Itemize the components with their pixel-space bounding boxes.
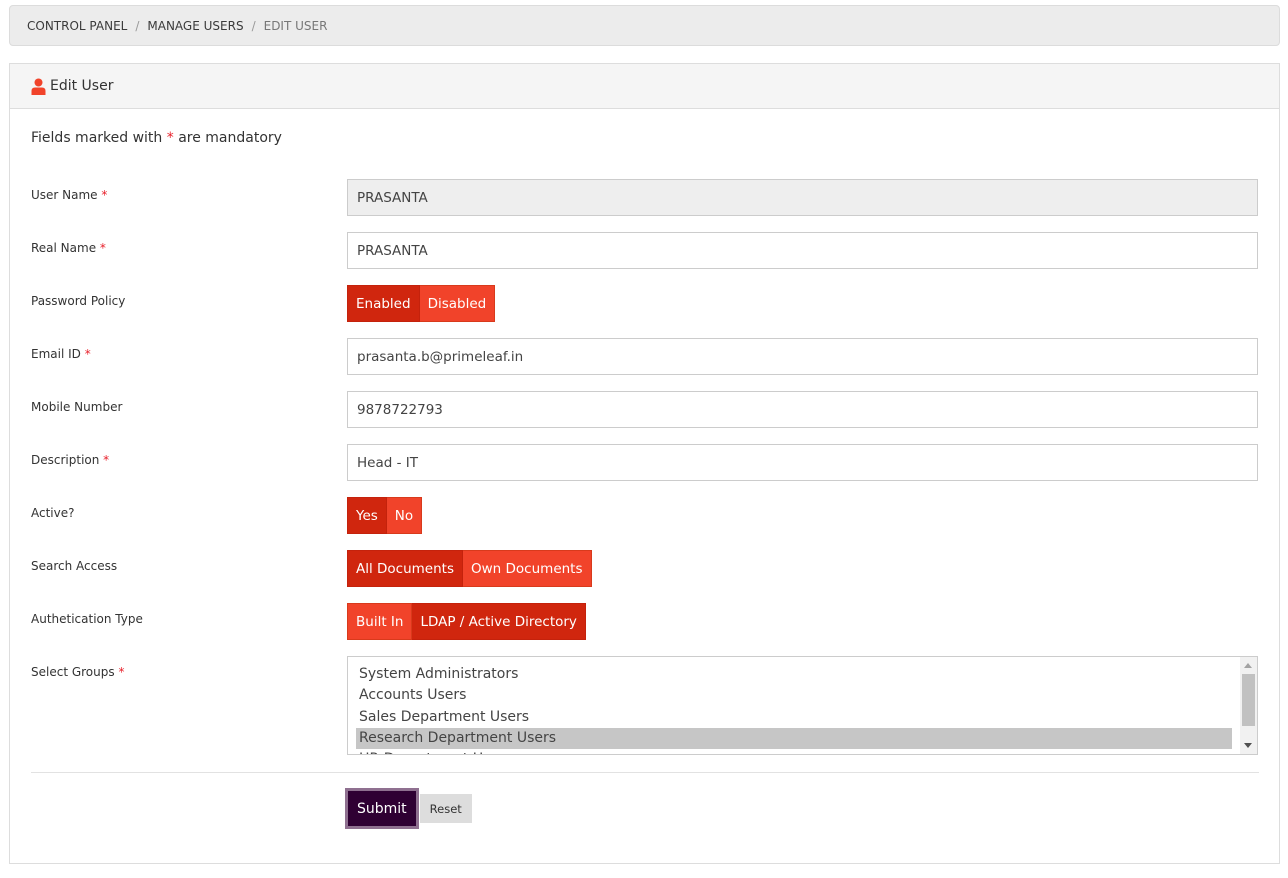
search-access-toggle: All Documents Own Documents: [347, 550, 592, 587]
mandatory-note-suffix: are mandatory: [178, 130, 282, 146]
breadcrumb-control-panel[interactable]: Control Panel: [27, 19, 127, 33]
groups-options: System Administrators Accounts Users Sal…: [356, 664, 1232, 754]
description-label: Description *: [31, 453, 109, 467]
real-name-input[interactable]: [347, 232, 1258, 269]
auth-type-builtin-button[interactable]: Built In: [347, 603, 413, 640]
description-input[interactable]: [347, 444, 1258, 481]
edit-user-panel: Edit User Fields marked with * are manda…: [9, 63, 1280, 864]
submit-button[interactable]: Submit: [345, 788, 419, 829]
active-toggle: Yes No: [347, 497, 423, 534]
form-divider: [31, 772, 1259, 773]
auth-type-toggle: Built In LDAP / Active Directory: [347, 603, 586, 640]
password-policy-toggle: Enabled Disabled: [347, 285, 496, 322]
field-password-policy: Password Policy Enabled Disabled: [31, 285, 1259, 322]
required-marker: *: [99, 241, 106, 255]
active-label: Active?: [31, 506, 75, 520]
group-option-selected[interactable]: Research Department Users: [356, 727, 1232, 750]
field-description: Description *: [31, 444, 1259, 481]
real-name-label: Real Name *: [31, 241, 106, 255]
auth-type-ldap-button[interactable]: LDAP / Active Directory: [412, 603, 586, 640]
user-name-input[interactable]: [347, 179, 1258, 216]
field-email: Email ID *: [31, 338, 1259, 375]
scroll-up-arrow-icon[interactable]: [1244, 663, 1252, 668]
required-marker: *: [101, 188, 108, 202]
label-text: Description: [31, 453, 100, 467]
groups-listbox[interactable]: System Administrators Accounts Users Sal…: [347, 656, 1258, 755]
label-text: User Name: [31, 188, 98, 202]
required-marker: *: [84, 347, 91, 361]
label-text: Real Name: [31, 241, 97, 255]
password-policy-enabled-button[interactable]: Enabled: [347, 285, 420, 322]
auth-type-label: Authetication Type: [31, 612, 143, 626]
field-auth-type: Authetication Type Built In LDAP / Activ…: [31, 603, 1259, 640]
field-groups: Select Groups * System Administrators Ac…: [31, 656, 1259, 755]
field-real-name: Real Name *: [31, 232, 1259, 269]
form-actions: Submit Reset: [345, 788, 472, 829]
field-active: Active? Yes No: [31, 497, 1259, 534]
active-no-button[interactable]: No: [386, 497, 423, 534]
mandatory-note-prefix: Fields marked with: [31, 130, 163, 146]
required-marker: *: [118, 665, 125, 679]
search-access-own-button[interactable]: Own Documents: [463, 550, 592, 587]
user-icon: [31, 78, 46, 95]
field-user-name: User Name *: [31, 179, 1259, 216]
group-option[interactable]: HR Department Users: [356, 749, 1232, 754]
password-policy-label: Password Policy: [31, 294, 126, 308]
group-option[interactable]: Accounts Users: [356, 685, 1232, 706]
email-input[interactable]: [347, 338, 1258, 375]
email-label: Email ID *: [31, 347, 91, 361]
required-marker: *: [166, 130, 174, 146]
group-option[interactable]: System Administrators: [356, 664, 1232, 685]
breadcrumb-manage-users[interactable]: Manage Users: [147, 19, 243, 33]
search-access-label: Search Access: [31, 559, 118, 573]
breadcrumb-separator: /: [251, 18, 256, 33]
label-text: Email ID: [31, 347, 81, 361]
scroll-down-arrow-icon[interactable]: [1244, 743, 1252, 748]
groups-label: Select Groups *: [31, 665, 124, 679]
breadcrumb: Control Panel / Manage Users / Edit User: [9, 5, 1280, 46]
field-mobile: Mobile Number: [31, 391, 1259, 428]
panel-header: Edit User: [10, 64, 1279, 109]
password-policy-disabled-button[interactable]: Disabled: [419, 285, 496, 322]
active-yes-button[interactable]: Yes: [347, 497, 387, 534]
search-access-all-button[interactable]: All Documents: [347, 550, 464, 587]
required-marker: *: [103, 453, 110, 467]
mobile-input[interactable]: [347, 391, 1258, 428]
scroll-thumb[interactable]: [1242, 674, 1255, 726]
breadcrumb-separator: /: [135, 18, 140, 33]
group-option[interactable]: Sales Department Users: [356, 707, 1232, 728]
mandatory-note: Fields marked with * are mandatory: [31, 130, 282, 146]
label-text: Select Groups: [31, 665, 115, 679]
reset-button[interactable]: Reset: [419, 794, 472, 823]
field-search-access: Search Access All Documents Own Document…: [31, 550, 1259, 587]
groups-scrollbar[interactable]: [1240, 657, 1257, 754]
breadcrumb-edit-user: Edit User: [263, 18, 328, 33]
panel-title: Edit User: [50, 78, 114, 94]
mobile-label: Mobile Number: [31, 400, 123, 414]
user-name-label: User Name *: [31, 188, 107, 202]
